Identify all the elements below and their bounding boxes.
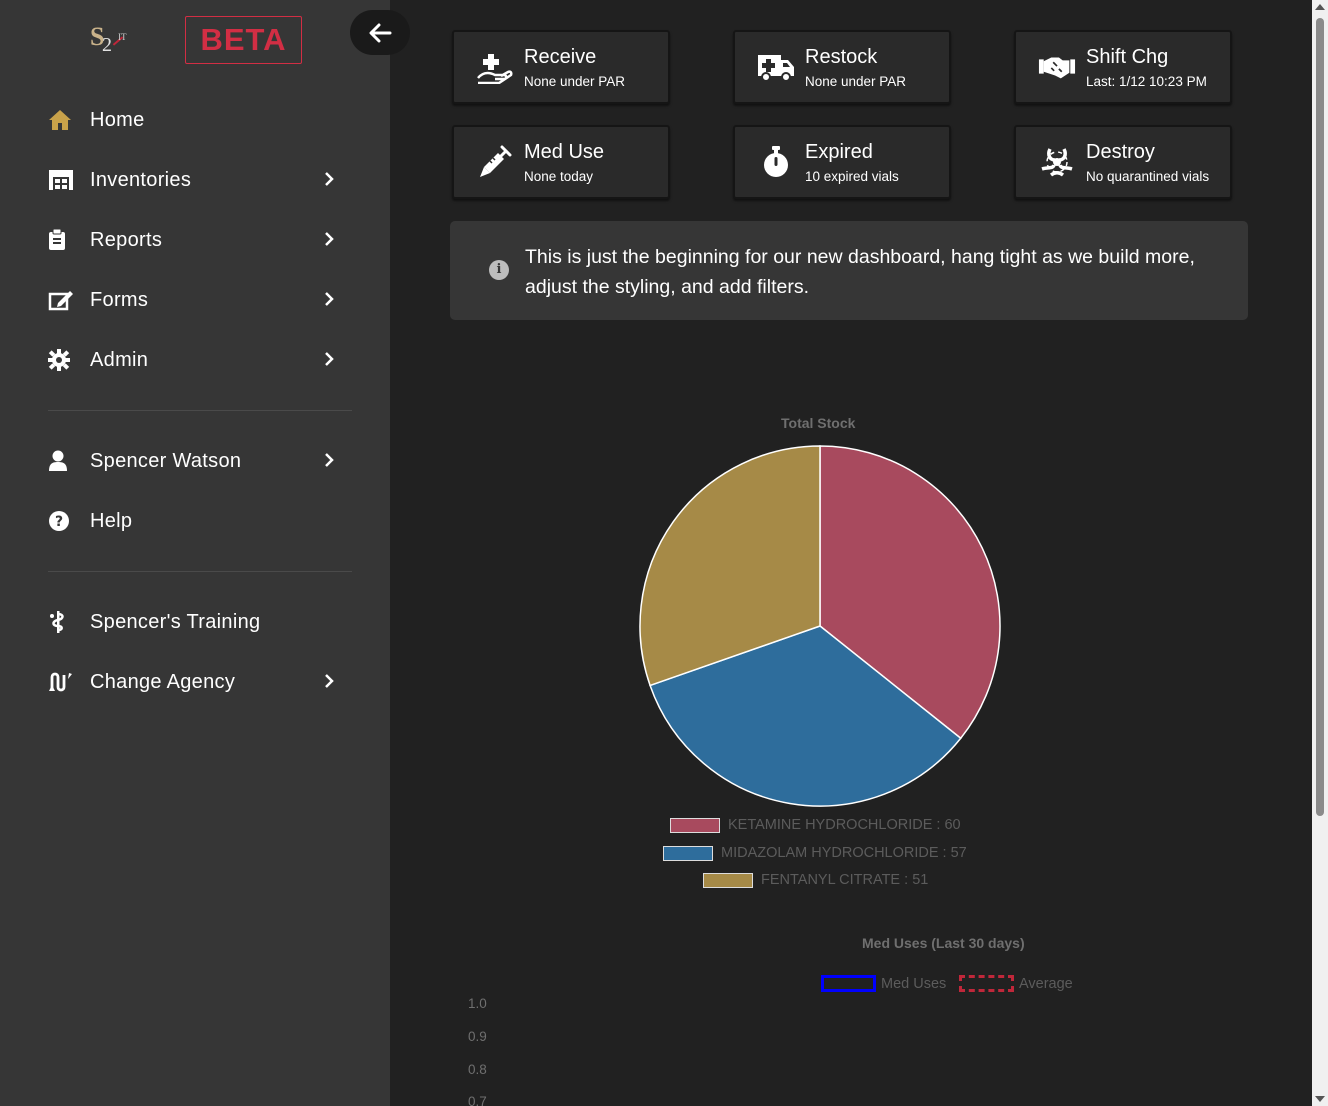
scroll-up-arrow-icon[interactable] — [1315, 4, 1325, 10]
sidebar-item-admin[interactable]: Admin — [48, 340, 348, 380]
med-use-card[interactable]: Med Use None today — [452, 125, 670, 199]
legend-swatch — [670, 817, 720, 833]
sidebar-item-change-agency[interactable]: Change Agency — [48, 662, 348, 702]
restock-card[interactable]: Restock None under PAR — [733, 30, 951, 104]
biohazard-icon — [1038, 145, 1076, 179]
card-subtitle: 10 expired vials — [805, 168, 899, 184]
chevron-right-icon — [325, 453, 334, 467]
user-icon — [48, 449, 74, 473]
sidebar-item-home[interactable]: Home — [48, 100, 348, 140]
info-alert: i This is just the beginning for our new… — [450, 221, 1248, 320]
collapse-sidebar-button[interactable] — [350, 10, 410, 55]
receive-icon — [476, 50, 514, 84]
sidebar-item-label: Home — [90, 108, 145, 131]
chevron-right-icon — [325, 292, 334, 306]
destroy-card[interactable]: Destroy No quarantined vials — [1014, 125, 1232, 199]
s2it-logo[interactable]: S 2 IT — [90, 22, 134, 56]
home-icon — [48, 108, 74, 132]
chevron-right-icon — [325, 352, 334, 366]
sidebar-item-label: Spencer Watson — [90, 449, 242, 472]
pie-legend-item-fentanyl[interactable]: FENTANYL CITRATE : 51 — [703, 872, 928, 888]
sidebar-item-label: Reports — [90, 228, 163, 251]
change-agency-icon — [48, 670, 74, 694]
sidebar-item-user[interactable]: Spencer Watson — [48, 441, 348, 481]
total-stock-pie-chart — [639, 445, 1001, 807]
line-legend-item-average[interactable]: Average — [959, 975, 1073, 992]
y-tick-label: 0.7 — [468, 1094, 487, 1106]
sidebar-item-label: Help — [90, 509, 133, 532]
sidebar-item-reports[interactable]: Reports — [48, 220, 348, 260]
card-title: Receive — [524, 45, 597, 68]
chevron-right-icon — [325, 172, 334, 186]
card-title: Restock — [805, 45, 878, 68]
sidebar-item-label: Inventories — [90, 168, 192, 191]
card-subtitle: Last: 1/12 10:23 PM — [1086, 73, 1207, 89]
chevron-right-icon — [325, 232, 334, 246]
legend-label: FENTANYL CITRATE : 51 — [761, 872, 929, 888]
y-tick-label: 0.9 — [468, 1029, 487, 1044]
clipboard-icon — [48, 228, 74, 252]
receive-card[interactable]: Receive None under PAR — [452, 30, 670, 104]
sidebar-divider — [48, 571, 352, 572]
legend-label: Average — [1019, 975, 1073, 992]
sidebar-divider — [48, 410, 352, 411]
scroll-down-arrow-icon[interactable] — [1315, 1096, 1325, 1102]
line-chart-title: Med Uses (Last 30 days) — [862, 935, 1025, 951]
handshake-icon — [1038, 54, 1076, 80]
logo-letters-it: IT — [118, 32, 127, 42]
sidebar-item-inventories[interactable]: Inventories — [48, 160, 348, 200]
legend-label: Med Uses — [881, 975, 947, 992]
ambulance-icon — [757, 52, 795, 82]
gear-icon — [48, 348, 74, 372]
warehouse-icon — [48, 168, 74, 192]
beta-badge: BETA — [185, 16, 302, 64]
syringe-icon — [476, 145, 514, 179]
help-icon: ? — [48, 509, 74, 533]
pie-chart-title: Total Stock — [781, 415, 856, 431]
expired-card[interactable]: Expired 10 expired vials — [733, 125, 951, 199]
shift-change-card[interactable]: Shift Chg Last: 1/12 10:23 PM — [1014, 30, 1232, 104]
sidebar-item-training[interactable]: Spencer's Training — [48, 602, 348, 642]
pie-legend-item-midazolam[interactable]: MIDAZOLAM HYDROCHLORIDE : 57 — [663, 845, 967, 861]
training-icon — [48, 610, 74, 634]
stopwatch-icon — [757, 145, 795, 179]
card-subtitle: None under PAR — [805, 73, 907, 89]
sidebar-item-forms[interactable]: Forms — [48, 280, 348, 320]
sidebar-item-label: Admin — [90, 348, 149, 371]
card-title: Med Use — [524, 140, 605, 163]
card-title: Destroy — [1086, 140, 1155, 163]
card-title: Expired — [805, 140, 873, 163]
card-subtitle: None under PAR — [524, 73, 626, 89]
legend-swatch — [959, 975, 1014, 992]
y-tick-label: 0.8 — [468, 1062, 487, 1077]
info-text: This is just the beginning for our new d… — [525, 246, 1195, 298]
edit-icon — [48, 288, 74, 312]
sidebar-item-label: Forms — [90, 288, 149, 311]
card-subtitle: No quarantined vials — [1086, 168, 1210, 184]
legend-label: KETAMINE HYDROCHLORIDE : 60 — [728, 817, 961, 833]
sidebar-item-label: Spencer's Training — [90, 610, 261, 633]
card-subtitle: None today — [524, 168, 594, 184]
sidebar: S 2 IT BETA Home Inventories Reports For… — [0, 0, 390, 1106]
legend-swatch — [821, 975, 876, 992]
page-scrollbar[interactable] — [1312, 0, 1328, 1106]
legend-swatch — [663, 845, 713, 861]
arrow-left-icon — [369, 23, 392, 42]
sidebar-item-help[interactable]: ? Help — [48, 501, 348, 541]
y-tick-label: 1.0 — [468, 996, 487, 1011]
info-icon: i — [489, 260, 509, 280]
chevron-right-icon — [325, 674, 334, 688]
pie-legend-item-ketamine[interactable]: KETAMINE HYDROCHLORIDE : 60 — [670, 817, 961, 833]
logo-letter-two: 2 — [102, 34, 112, 56]
legend-label: MIDAZOLAM HYDROCHLORIDE : 57 — [721, 845, 967, 861]
legend-swatch — [703, 872, 753, 888]
line-legend-item-med-uses[interactable]: Med Uses — [821, 975, 946, 992]
sidebar-item-label: Change Agency — [90, 670, 236, 693]
svg-text:?: ? — [55, 514, 63, 530]
scrollbar-thumb[interactable] — [1316, 18, 1324, 816]
card-title: Shift Chg — [1086, 45, 1169, 68]
